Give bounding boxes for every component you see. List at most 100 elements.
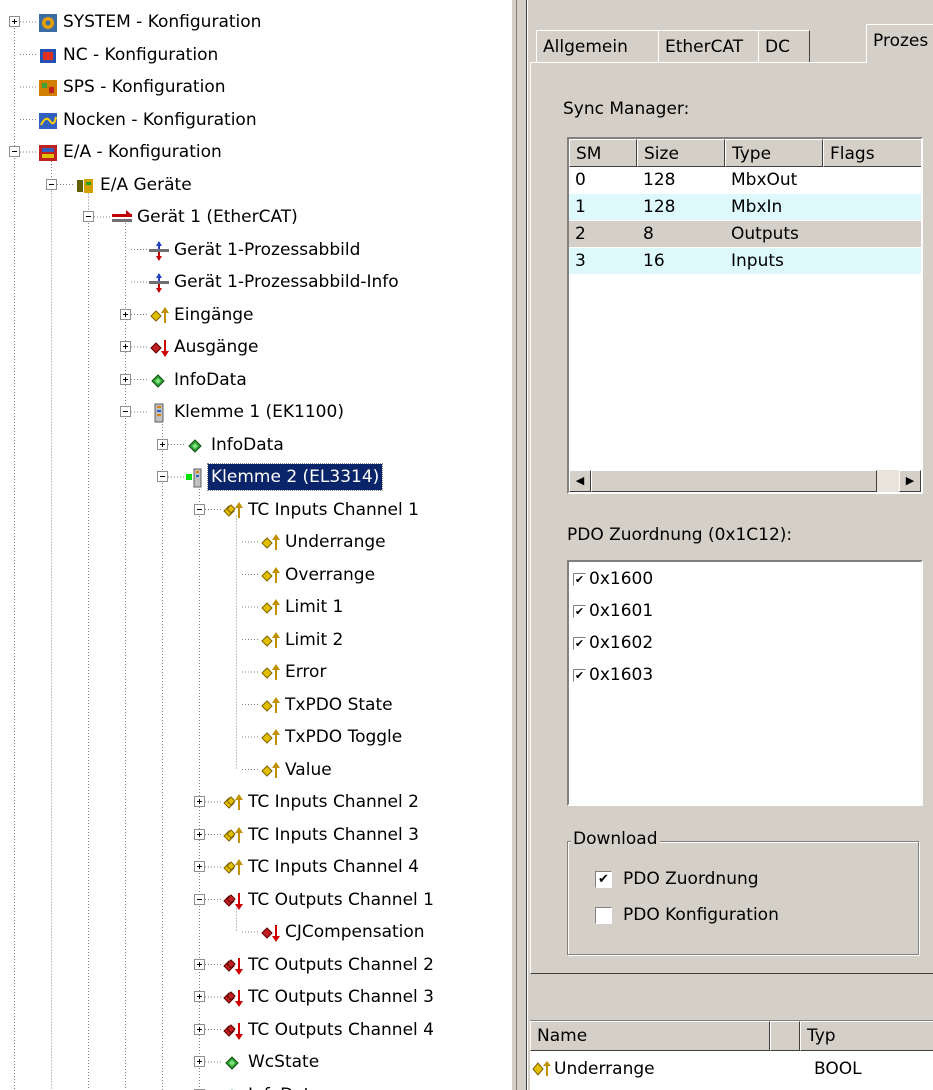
column-header-sm[interactable]: SM (569, 139, 637, 167)
input-channel-icon (223, 857, 243, 877)
expand-icon[interactable] (120, 341, 131, 352)
expand-icon[interactable] (194, 1023, 205, 1035)
tree-item-label: CJCompensation (285, 922, 425, 942)
pdo-index: 0x1600 (589, 569, 654, 589)
tree-item-label: SPS - Konfiguration (63, 77, 226, 97)
tab-allgemein[interactable]: Allgemein (536, 30, 660, 62)
input-channel-icon (223, 500, 243, 520)
tree-item-label: Eingänge (174, 304, 254, 325)
column-header-blank[interactable] (770, 1021, 800, 1051)
collapse-icon[interactable] (46, 178, 57, 190)
output-var-icon (260, 922, 280, 942)
pdo-index: 0x1601 (589, 601, 654, 621)
inputs-icon (149, 305, 169, 325)
pdo-index: 0x1603 (589, 665, 654, 685)
config-tree[interactable]: SYSTEM - Konfiguration NC - Konfiguration… (0, 0, 512, 1090)
collapse-icon[interactable] (120, 406, 131, 417)
system-config-icon (38, 12, 58, 32)
table-cell: MbxIn (731, 197, 783, 217)
collapse-icon[interactable] (194, 503, 205, 515)
tree-item-label: TC Inputs Channel 3 (248, 824, 419, 845)
expand-icon[interactable] (194, 796, 205, 807)
tree-item-label: Ausgänge (174, 337, 259, 357)
tab-dc[interactable]: DC (758, 30, 810, 62)
infodata-icon (186, 435, 206, 455)
tab-label: DC (765, 37, 790, 57)
sps-config-icon (38, 77, 58, 97)
output-channel-icon (223, 955, 243, 975)
tab-panel: Sync Manager: SM Size Type Flags 0 128 Mbx… (530, 62, 933, 974)
io-config-icon (38, 142, 58, 162)
tree-item-label: Gerät 1 (EtherCAT) (137, 207, 298, 227)
input-var-icon (260, 727, 280, 747)
column-header-size[interactable]: Size (637, 139, 725, 167)
variable-name: Underrange (554, 1059, 655, 1079)
tree-item-label: Klemme 2 (EL3314) (206, 463, 384, 491)
input-var-icon (260, 695, 280, 715)
tree-item-label: NC - Konfiguration (63, 44, 219, 65)
tab-label: Prozes (873, 31, 929, 51)
column-header-type[interactable]: Type (725, 139, 823, 167)
input-var-icon (260, 630, 280, 650)
expand-icon[interactable] (120, 308, 131, 320)
tree-item-label: InfoData (245, 1079, 324, 1090)
tab-prozessdaten[interactable]: Prozes (866, 24, 933, 63)
expand-icon[interactable] (120, 373, 131, 385)
cam-config-icon (38, 110, 58, 130)
tree-item-label: Limit 2 (285, 629, 344, 650)
tree-item-label: Value (285, 759, 332, 780)
expand-icon[interactable] (157, 438, 168, 450)
column-header-typ[interactable]: Typ (800, 1021, 933, 1051)
collapse-icon[interactable] (157, 471, 168, 482)
sync-manager-label: Sync Manager: (563, 99, 690, 119)
checkbox-checked-icon[interactable]: ✔ (573, 669, 586, 682)
checkbox-checked-icon[interactable]: ✔ (573, 573, 586, 586)
expand-icon[interactable] (194, 991, 205, 1002)
checkbox-checked-icon[interactable]: ✔ (595, 871, 612, 888)
table-row[interactable]: 2 8 Outputs (569, 221, 921, 247)
table-row[interactable]: 3 16 Inputs (569, 248, 921, 274)
scroll-left-icon[interactable]: ◀ (569, 470, 591, 492)
tree-item-label: TC Outputs Channel 3 (248, 987, 434, 1007)
checkbox-label: PDO Konfiguration (623, 905, 779, 925)
table-row[interactable]: 1 128 MbxIn (569, 194, 921, 220)
tree-item-label: Limit 1 (285, 597, 344, 617)
expand-icon[interactable] (194, 1056, 205, 1067)
input-channel-icon (223, 825, 243, 845)
table-cell: Outputs (731, 224, 799, 244)
scroll-right-icon[interactable]: ▶ (899, 470, 921, 492)
tree-item-label: TC Inputs Channel 4 (248, 857, 419, 877)
expand-icon[interactable] (194, 861, 205, 872)
checkbox-checked-icon[interactable]: ✔ (573, 637, 586, 650)
checkbox-checked-icon[interactable]: ✔ (573, 605, 586, 618)
scroll-thumb[interactable] (591, 470, 877, 492)
column-header-name[interactable]: Name (530, 1021, 770, 1051)
sync-manager-table[interactable]: SM Size Type Flags 0 128 MbxOut 1 128 MbxIn 2 8… (567, 137, 923, 494)
tree-item-label: TxPDO Toggle (285, 727, 403, 747)
tree-item-label: InfoData (174, 369, 247, 390)
tree-item-label: Error (285, 662, 327, 682)
collapse-icon[interactable] (194, 893, 205, 905)
tree-item-label: TC Outputs Channel 2 (248, 954, 434, 975)
horizontal-scrollbar[interactable]: ◀ ▶ (569, 470, 921, 492)
column-header-flags[interactable]: Flags (823, 139, 921, 167)
variable-list[interactable]: Name Typ Underrange BOOL (530, 1020, 933, 1090)
table-cell: 1 (575, 197, 586, 217)
pdo-assignment-list[interactable]: ✔ 0x1600 ✔ 0x1601 ✔ 0x1602 ✔ 0x1603 (567, 560, 923, 806)
process-image-icon (149, 240, 169, 261)
expand-icon[interactable] (194, 828, 205, 840)
input-var-icon (260, 565, 280, 585)
expand-icon[interactable] (194, 958, 205, 970)
pane-splitter[interactable] (512, 0, 530, 1090)
tab-ethercat[interactable]: EtherCAT (658, 30, 760, 62)
tree-item-label: Gerät 1-Prozessabbild-Info (174, 272, 399, 292)
terminal-active-icon (186, 467, 206, 488)
checkbox-empty-icon[interactable] (595, 907, 612, 924)
collapse-icon[interactable] (9, 146, 20, 157)
ethercat-device-icon (112, 207, 132, 227)
expand-icon[interactable] (9, 16, 20, 27)
tree-item-label: E/A - Konfiguration (63, 142, 222, 162)
collapse-icon[interactable] (83, 211, 94, 222)
process-image-icon (149, 272, 169, 293)
table-row[interactable]: 0 128 MbxOut (569, 167, 921, 193)
